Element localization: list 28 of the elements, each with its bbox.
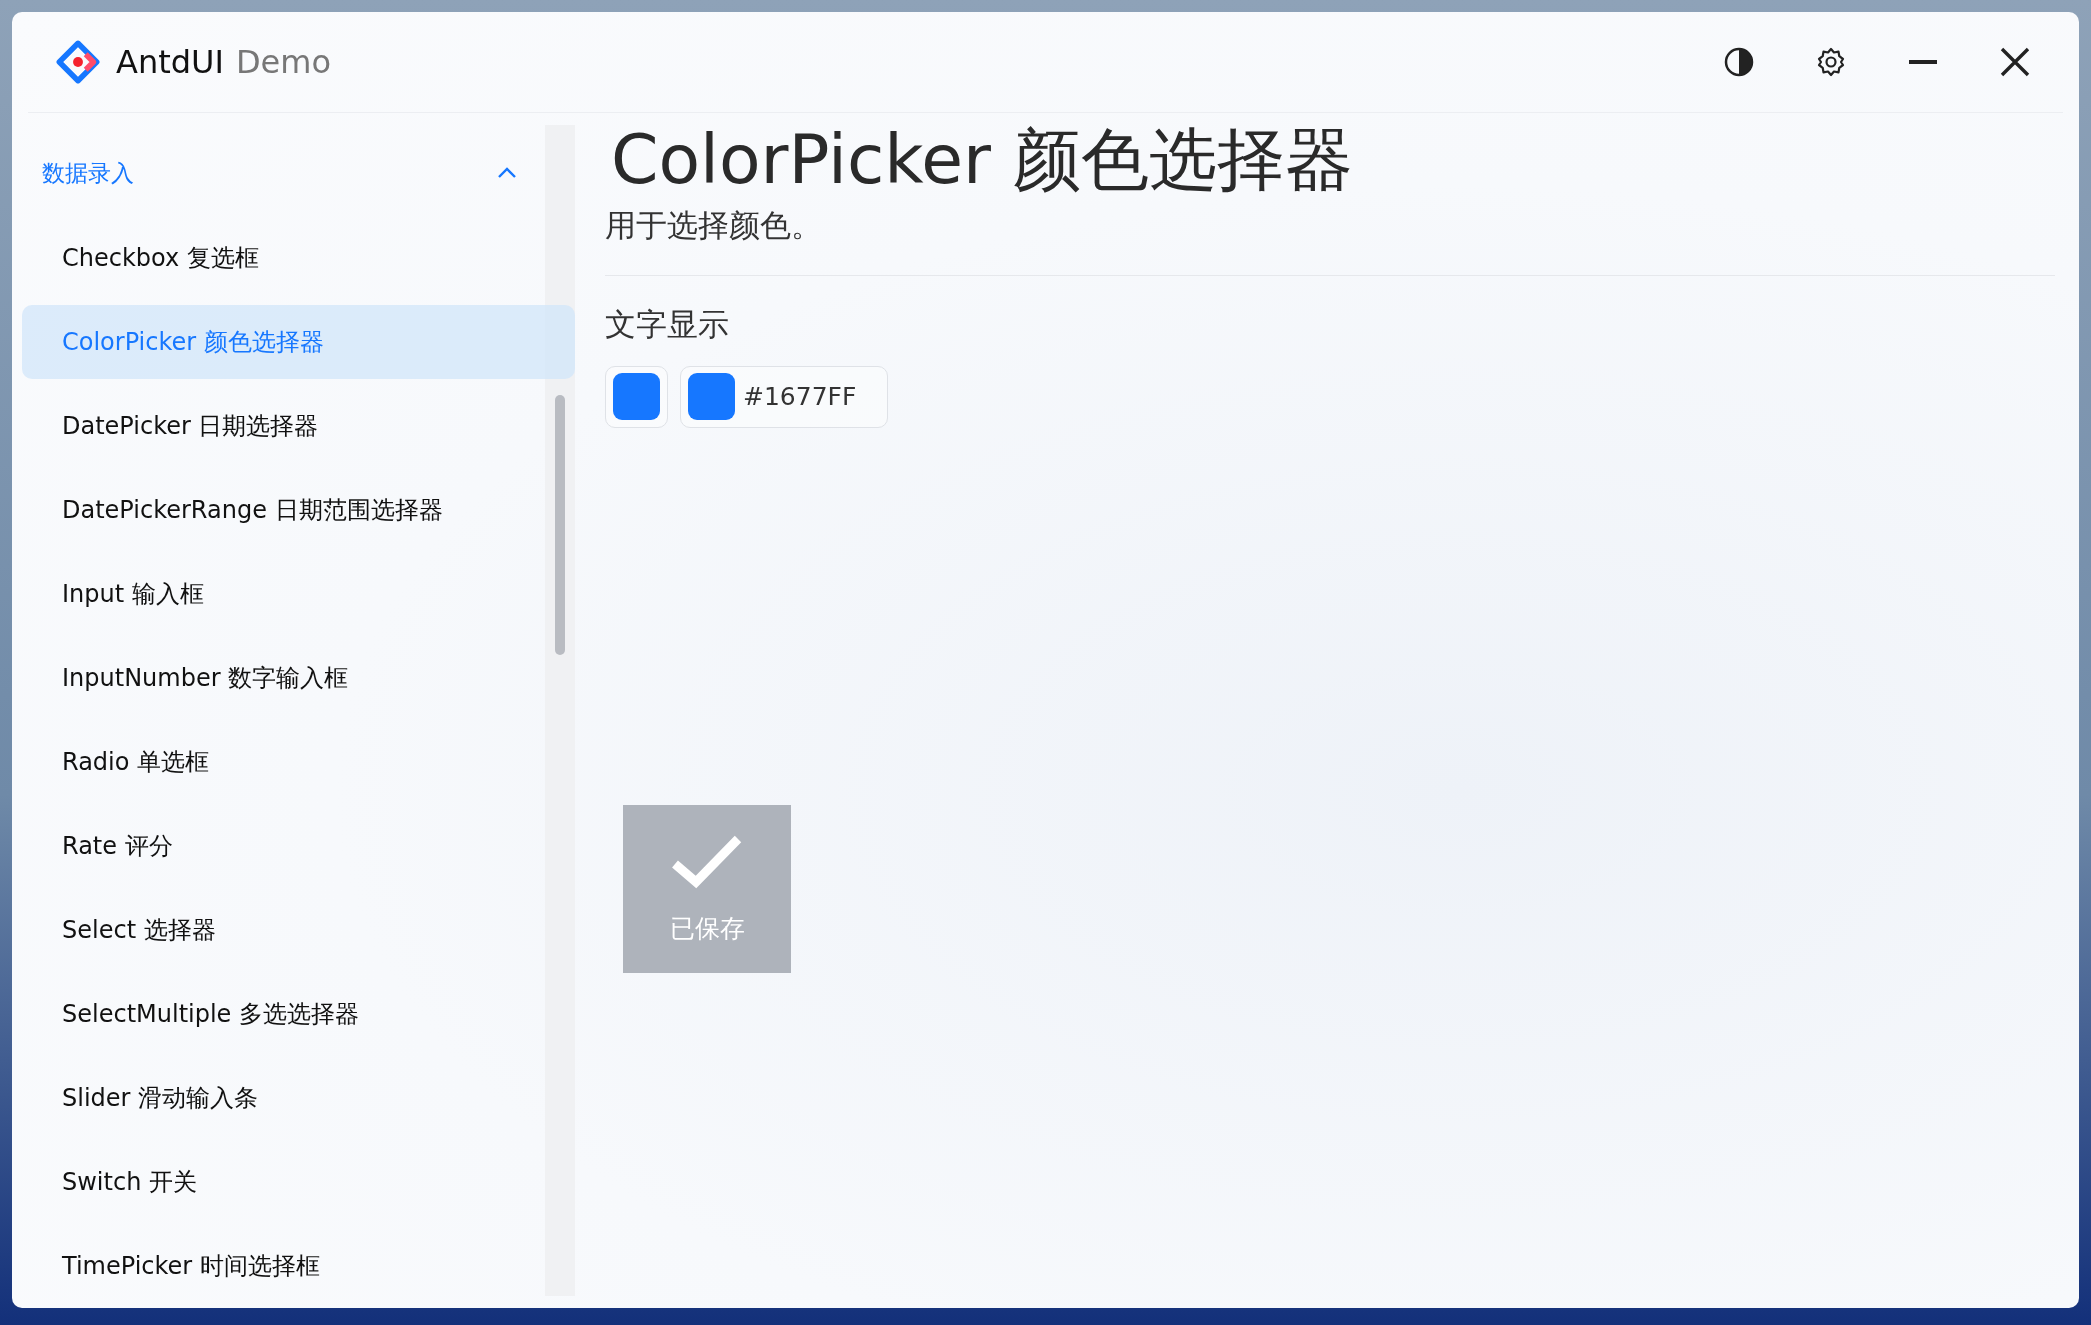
menu-item[interactable]: DatePicker 日期选择器 — [22, 389, 575, 463]
menu-item[interactable]: DatePickerRange 日期范围选择器 — [22, 473, 575, 547]
section-title: 文字显示 — [605, 304, 730, 344]
saved-toast: 已保存 — [623, 805, 791, 973]
app-title: AntdUI — [116, 43, 224, 81]
menu-item[interactable]: Checkbox 复选框 — [22, 221, 575, 295]
menu-item[interactable]: Select 选择器 — [22, 893, 575, 967]
gear-icon — [1815, 46, 1847, 78]
color-picker[interactable] — [605, 365, 668, 428]
chevron-icon — [497, 167, 517, 179]
color-picker[interactable]: #1677FF — [680, 365, 888, 428]
menu-item[interactable]: Switch 开关 — [22, 1145, 575, 1219]
menu-item[interactable]: Radio 单选框 — [22, 725, 575, 799]
app-subtitle: Demo — [235, 43, 331, 81]
logo-icon — [56, 40, 100, 84]
menu-item[interactable]: SelectMultiple 多选选择器 — [22, 977, 575, 1051]
menu-item[interactable]: Rate 评分 — [22, 809, 575, 883]
menu-item[interactable]: TimePicker 时间选择框 — [22, 1229, 575, 1303]
menu-item[interactable]: Slider 滑动输入条 — [22, 1061, 575, 1135]
contrast-icon — [1723, 46, 1755, 78]
scrollbar[interactable] — [545, 125, 575, 1296]
menu-item[interactable]: InputNumber 数字输入框 — [22, 641, 575, 715]
menu-item[interactable]: Input 输入框 — [22, 557, 575, 631]
minimize-icon — [1909, 60, 1937, 64]
menu-group-header[interactable]: 数据录入 — [22, 139, 541, 207]
close-icon — [1999, 46, 2031, 78]
page-description: 用于选择颜色。 — [605, 205, 823, 245]
page-title: ColorPicker 颜色选择器 — [611, 119, 1354, 201]
